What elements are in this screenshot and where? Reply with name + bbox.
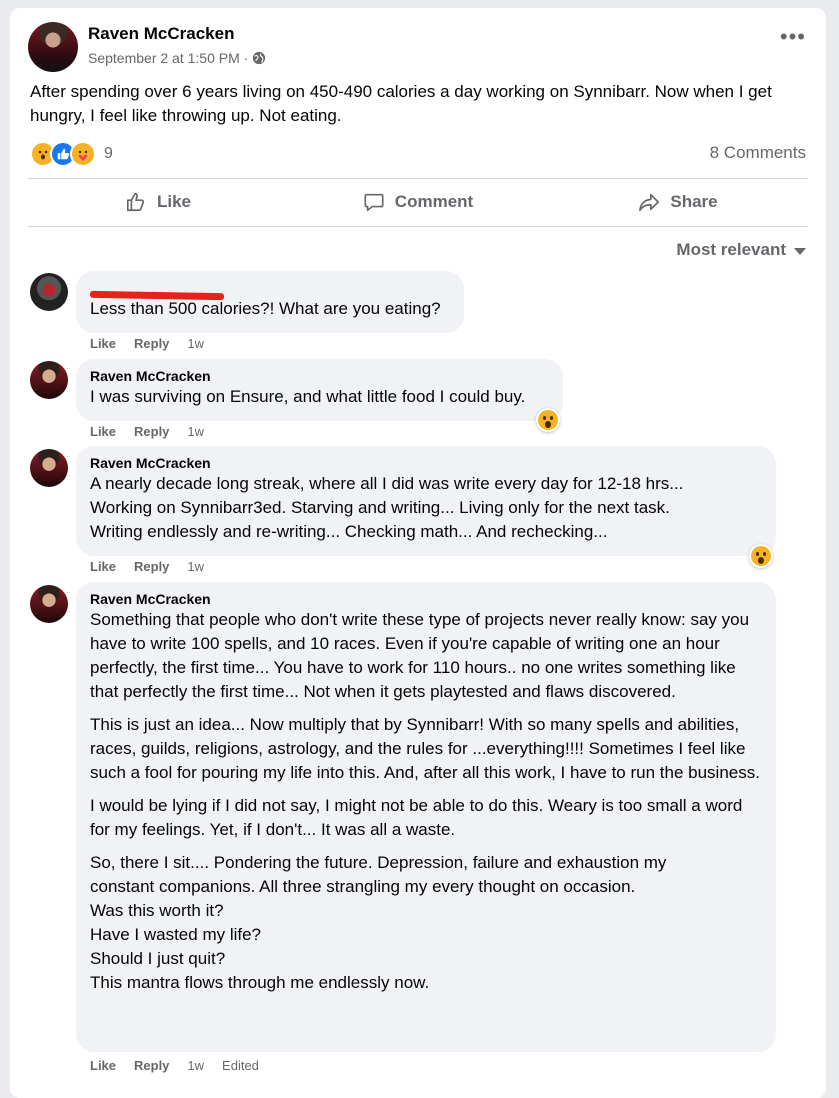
commenter-avatar[interactable]: [30, 449, 68, 487]
share-icon: [639, 193, 660, 212]
comment-bubble: Raven McCracken A nearly decade long str…: [76, 446, 776, 556]
comment-time[interactable]: 1w: [187, 1058, 204, 1073]
post-author-name[interactable]: Raven McCracken: [88, 24, 234, 44]
post-meta: September 2 at 1:50 PM ·: [88, 50, 266, 66]
comment-meta: Like Reply 1w: [90, 424, 204, 439]
comment-reply-button[interactable]: Reply: [134, 1058, 169, 1073]
commenter-avatar[interactable]: [30, 361, 68, 399]
wow-icon: [538, 410, 558, 430]
comment-like-button[interactable]: Like: [90, 336, 116, 351]
commenter-avatar[interactable]: [30, 585, 68, 623]
edited-label: Edited: [222, 1058, 259, 1073]
comment-button[interactable]: Comment: [288, 180, 548, 224]
comment-reply-button[interactable]: Reply: [134, 559, 169, 574]
comment-reply-button[interactable]: Reply: [134, 424, 169, 439]
comment-line: A nearly decade long streak, where all I…: [90, 474, 684, 493]
comment-reply-button[interactable]: Reply: [134, 336, 169, 351]
comment-time[interactable]: 1w: [187, 559, 204, 574]
comment-text: I was surviving on Ensure, and what litt…: [90, 387, 526, 406]
comment-label: Comment: [394, 192, 474, 211]
comment-text: Something that people who don't write th…: [90, 608, 762, 995]
comment-icon: [364, 193, 384, 212]
comment-author[interactable]: Raven McCracken: [90, 454, 762, 472]
comment-line: Writing endlessly and re-writing... Chec…: [90, 522, 608, 541]
post-card: Raven McCracken September 2 at 1:50 PM ·…: [10, 8, 826, 1098]
comment-time[interactable]: 1w: [187, 424, 204, 439]
like-button[interactable]: Like: [28, 180, 288, 224]
comment-paragraph: Something that people who don't write th…: [90, 610, 750, 701]
wow-reaction-badge[interactable]: [536, 408, 560, 432]
comment-paragraph: So, there I sit.... Pondering the future…: [90, 851, 762, 995]
comment-paragraph: I would be lying if I did not say, I mig…: [90, 796, 743, 839]
reactions-summary[interactable]: 9: [30, 141, 113, 167]
comment-text: Less than 500 calories?! What are you ea…: [90, 299, 441, 318]
comment-text: A nearly decade long streak, where all I…: [90, 472, 762, 544]
comment-line: Working on Synnibarr3ed. Starving and wr…: [90, 498, 670, 517]
comment-line: This mantra flows through me endlessly n…: [90, 973, 430, 992]
comment-author[interactable]: Raven McCracken: [90, 590, 762, 608]
comment-line: Have I wasted my life?: [90, 925, 262, 944]
like-label: Like: [156, 192, 192, 211]
reaction-count: 9: [104, 145, 113, 162]
care-reaction-icon: [70, 141, 96, 167]
comment-meta: Like Reply 1w: [90, 559, 204, 574]
commenter-avatar[interactable]: [30, 273, 68, 311]
comment-bubble: Raven McCracken Something that people wh…: [76, 582, 776, 1052]
comments-count-link[interactable]: 8 Comments: [710, 143, 806, 163]
post-timestamp[interactable]: September 2 at 1:50 PM ·: [88, 50, 248, 66]
sort-label: Most relevant: [676, 240, 786, 259]
comment-bubble: Less than 500 calories?! What are you ea…: [76, 271, 464, 333]
comment-author[interactable]: Raven McCracken: [90, 367, 549, 385]
share-label: Share: [670, 192, 718, 211]
comment-meta: Like Reply 1w Edited: [90, 1058, 259, 1073]
thumbs-up-icon: [126, 192, 145, 212]
wow-reaction-badge[interactable]: [749, 544, 773, 568]
comment-line: Should I just quit?: [90, 949, 226, 968]
comment-line: So, there I sit.... Pondering the future…: [90, 853, 667, 872]
more-options-button[interactable]: •••: [780, 26, 806, 48]
wow-icon: [751, 546, 771, 566]
divider: [28, 178, 808, 179]
comment-time[interactable]: 1w: [187, 336, 204, 351]
comment-line: constant companions. All three stranglin…: [90, 877, 636, 896]
comment-line: Was this worth it?: [90, 901, 224, 920]
comment-bubble: Raven McCracken I was surviving on Ensur…: [76, 359, 563, 421]
globe-icon: [253, 51, 266, 65]
comment-meta: Like Reply 1w: [90, 336, 204, 351]
post-text: After spending over 6 years living on 45…: [30, 82, 772, 125]
comment-like-button[interactable]: Like: [90, 1058, 116, 1073]
caret-down-icon: [794, 248, 806, 255]
sort-comments-dropdown[interactable]: Most relevant: [676, 240, 806, 260]
post-actions: Like Comment Share: [28, 180, 808, 224]
comment-like-button[interactable]: Like: [90, 424, 116, 439]
author-avatar[interactable]: [28, 22, 78, 72]
comment-like-button[interactable]: Like: [90, 559, 116, 574]
comment-paragraph: This is just an idea... Now multiply tha…: [90, 715, 760, 782]
share-button[interactable]: Share: [548, 180, 808, 224]
divider: [28, 226, 808, 227]
